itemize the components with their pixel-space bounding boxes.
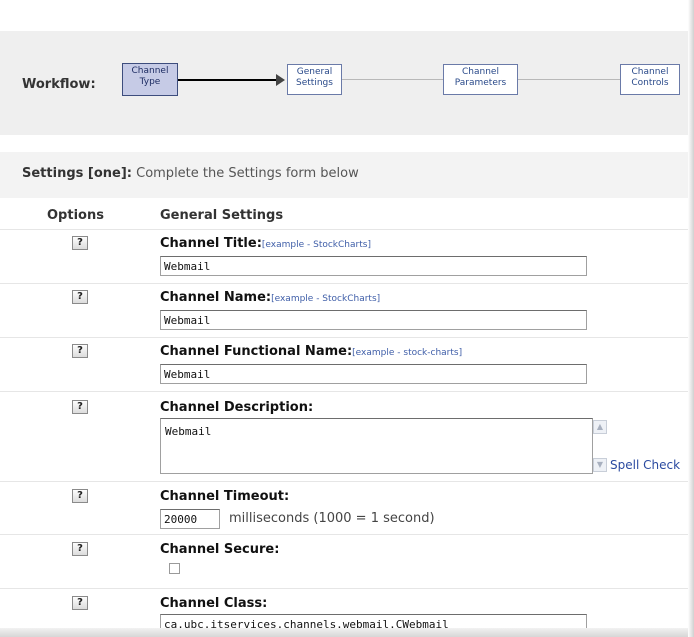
channel-timeout-unit: milliseconds (1000 = 1 second): [229, 511, 435, 526]
help-button-description[interactable]: ?: [72, 400, 88, 414]
channel-secure-checkbox[interactable]: [169, 563, 180, 574]
help-button-name[interactable]: ?: [72, 290, 88, 304]
channel-description-textarea[interactable]: Webmail: [160, 418, 593, 474]
channel-class-label: Channel Class:: [160, 596, 268, 611]
row-divider: [0, 588, 694, 589]
settings-heading-bold: Settings [one]:: [22, 166, 132, 181]
column-header-options: Options: [47, 208, 104, 223]
workflow-step-channel-parameters[interactable]: Channel Parameters: [443, 64, 518, 95]
help-button-timeout[interactable]: ?: [72, 489, 88, 503]
spell-check-link[interactable]: Spell Check: [610, 458, 680, 472]
channel-timeout-input[interactable]: 20000: [160, 509, 220, 529]
row-divider: [0, 534, 694, 535]
row-divider: [0, 391, 694, 392]
workflow-step-line1: Channel: [631, 67, 669, 77]
workflow-connector-active: [178, 79, 278, 81]
channel-name-example: [example - StockCharts]: [271, 294, 381, 304]
channel-functional-name-input[interactable]: Webmail: [160, 364, 587, 384]
window-bottom-edge: [0, 628, 694, 637]
scroll-down-icon[interactable]: ▼: [593, 458, 607, 472]
channel-title-input[interactable]: Webmail: [160, 256, 587, 276]
workflow-step-line1: Channel: [462, 67, 499, 77]
channel-name-label-text: Channel Name:: [160, 290, 272, 305]
help-button-class[interactable]: ?: [72, 596, 88, 610]
workflow-step-channel-controls[interactable]: Channel Controls: [620, 64, 680, 95]
workflow-step-line2: Controls: [631, 78, 669, 88]
channel-functional-name-example: [example - stock-charts]: [352, 348, 463, 358]
help-button-functional-name[interactable]: ?: [72, 344, 88, 358]
channel-functional-name-label: Channel Functional Name:[example - stock…: [160, 344, 462, 359]
workflow-step-line2: Type: [139, 77, 161, 87]
workflow-connector: [518, 79, 620, 80]
settings-heading: Settings [one]: Complete the Settings fo…: [22, 166, 359, 181]
help-button-secure[interactable]: ?: [72, 542, 88, 556]
channel-name-input[interactable]: Webmail: [160, 310, 587, 330]
workflow-step-line2: Settings: [296, 78, 333, 88]
column-header-general-settings: General Settings: [160, 208, 284, 223]
row-divider: [0, 229, 694, 230]
row-divider: [0, 481, 694, 482]
channel-title-example: [example - StockCharts]: [261, 240, 371, 250]
channel-title-label: Channel Title:[example - StockCharts]: [160, 236, 371, 251]
workflow-step-line2: Parameters: [454, 78, 507, 88]
settings-heading-text: Complete the Settings form below: [131, 166, 359, 181]
workflow-arrow-icon: [276, 74, 285, 86]
channel-title-label-text: Channel Title:: [160, 236, 262, 251]
window-right-edge: [688, 0, 694, 637]
help-button-title[interactable]: ?: [72, 236, 88, 250]
workflow-band: [0, 31, 694, 135]
workflow-label: Workflow:: [22, 77, 96, 92]
channel-description-label: Channel Description:: [160, 400, 314, 415]
workflow-step-channel-type[interactable]: Channel Type: [122, 63, 178, 96]
workflow-step-general-settings[interactable]: General Settings: [287, 64, 342, 95]
channel-name-label: Channel Name:[example - StockCharts]: [160, 290, 380, 305]
workflow-connector: [342, 79, 443, 80]
channel-timeout-label: Channel Timeout:: [160, 489, 290, 504]
workflow-step-line1: Channel: [131, 66, 169, 76]
row-divider: [0, 337, 694, 338]
channel-functional-name-label-text: Channel Functional Name:: [160, 344, 353, 359]
channel-secure-label: Channel Secure:: [160, 542, 280, 557]
row-divider: [0, 283, 694, 284]
workflow-step-line1: General: [296, 67, 333, 77]
scroll-up-icon[interactable]: ▲: [593, 420, 607, 434]
